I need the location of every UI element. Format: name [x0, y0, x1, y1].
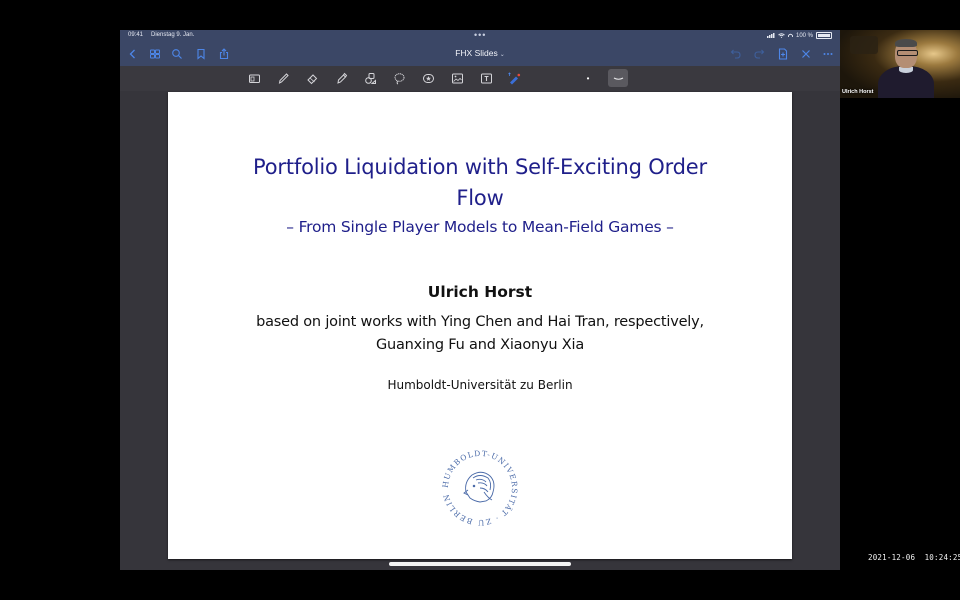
status-bar: 09:41 Dienstag 9. Jan. ••• 100 % — [120, 30, 840, 42]
university-seal-logo: HUMBOLDT-UNIVERSITÄT · ZU BERLIN · — [440, 448, 519, 527]
text-tool-icon[interactable] — [479, 71, 493, 85]
pen-size-dot[interactable]: • — [581, 71, 595, 85]
signal-icon — [766, 33, 775, 38]
sticker-icon[interactable] — [421, 71, 435, 85]
battery-percent: 100 % — [795, 32, 813, 39]
multitasking-dots[interactable]: ••• — [474, 30, 486, 40]
home-indicator[interactable] — [389, 562, 571, 566]
eraser-icon[interactable] — [305, 71, 319, 85]
participant-name: Ulrich Horst — [842, 89, 874, 95]
lasso-icon[interactable] — [392, 71, 406, 85]
highlighter-icon[interactable] — [334, 71, 348, 85]
ipad-screen: 09:41 Dienstag 9. Jan. ••• 100 % FHX Sli… — [120, 30, 840, 570]
headphones-icon — [788, 33, 793, 37]
recording-timestamp: 2021-12-06 10:24:25 — [868, 553, 960, 562]
slide-subtitle: – From Single Player Models to Mean-Fiel… — [286, 218, 674, 236]
slide-institution: Humboldt-Universität zu Berlin — [387, 378, 573, 392]
navigation-bar: FHX Slides ⌄ — [120, 42, 840, 66]
shapes-icon[interactable] — [363, 71, 377, 85]
battery-icon — [816, 32, 832, 39]
coauthors-line-2: Guanxing Fu and Xiaonyu Xia — [375, 337, 585, 353]
slide-page[interactable]: Portfolio Liquidation with Self-Exciting… — [168, 92, 792, 559]
more-icon[interactable] — [821, 47, 835, 61]
wifi-icon — [778, 33, 785, 38]
laser-pointer-icon[interactable] — [507, 71, 521, 85]
status-indicators: 100 % — [766, 32, 832, 39]
pen-icon[interactable] — [276, 71, 290, 85]
seal-portrait — [463, 471, 495, 503]
chevron-down-icon: ⌄ — [499, 52, 505, 58]
redo-icon[interactable] — [752, 47, 766, 61]
slide-author: Ulrich Horst — [427, 283, 533, 301]
slide-title: Portfolio Liquidation with Self-Exciting… — [168, 152, 792, 214]
background-object — [850, 36, 878, 54]
undo-icon[interactable] — [729, 47, 743, 61]
slide-coauthors: based on joint works with Ying Chen and … — [168, 311, 792, 357]
coauthors-line-1: based on joint works with Ying Chen and … — [256, 314, 704, 330]
status-date: Dienstag 9. Jan. — [151, 32, 195, 38]
annotation-toolbar: • — [120, 66, 840, 91]
close-icon[interactable] — [799, 47, 813, 61]
participant-glasses — [897, 50, 918, 56]
image-icon[interactable] — [450, 71, 464, 85]
document-title: FHX Slides — [455, 48, 498, 58]
participant-video-tile[interactable]: Ulrich Horst — [840, 30, 960, 98]
participant-hair — [895, 39, 917, 47]
stroke-style-selected[interactable] — [608, 69, 628, 87]
view-mode-icon[interactable] — [247, 71, 261, 85]
status-time: 09:41 — [128, 32, 144, 38]
slide-title-line-2: Flow — [456, 186, 504, 210]
add-page-icon[interactable] — [776, 47, 790, 61]
slide-title-line-1: Portfolio Liquidation with Self-Exciting… — [253, 155, 707, 179]
document-canvas[interactable]: Portfolio Liquidation with Self-Exciting… — [120, 91, 840, 570]
svg-text:HUMBOLDT-UNIVERSITÄT · ZU BERL: HUMBOLDT-UNIVERSITÄT · ZU BERLIN · — [440, 448, 519, 527]
seal-text: HUMBOLDT-UNIVERSITÄT · ZU BERLIN · — [440, 448, 518, 527]
